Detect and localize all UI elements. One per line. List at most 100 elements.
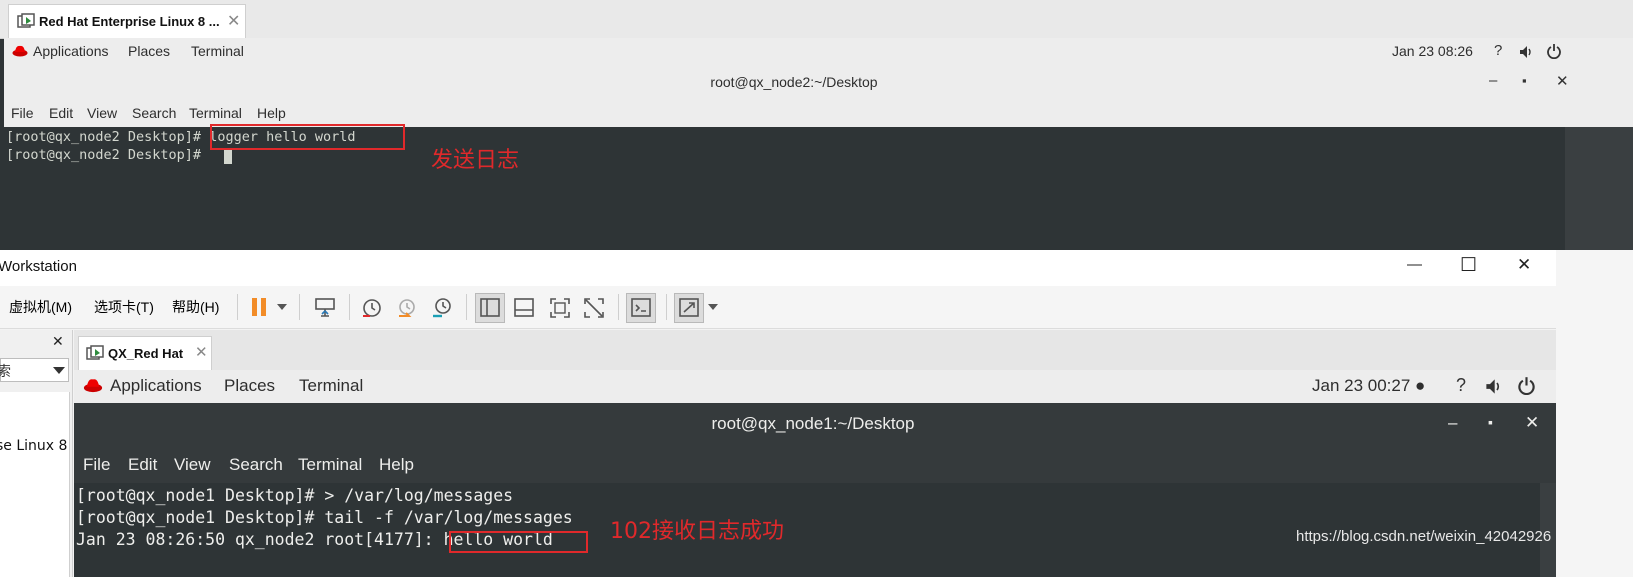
thumbnail-bar-icon[interactable] <box>513 296 535 320</box>
snapshot-icon[interactable] <box>360 296 384 320</box>
vm-applications-menu[interactable]: Applications <box>110 376 202 396</box>
menu-vm[interactable]: 虚拟机(M) <box>9 297 72 317</box>
terminal-command: > /var/log/messages <box>324 486 514 505</box>
library-search-input[interactable]: 索 <box>0 358 69 382</box>
node2-terminal-scrollbar[interactable] <box>1565 127 1633 260</box>
desktop-strip <box>1556 250 1633 577</box>
node2-clock[interactable]: Jan 23 08:26 <box>1392 43 1473 59</box>
library-close-button[interactable]: ✕ <box>52 334 64 350</box>
volume-icon[interactable] <box>1484 377 1503 396</box>
node2-places-menu[interactable]: Places <box>128 43 170 59</box>
node2-menu-help[interactable]: Help <box>257 105 286 121</box>
vm-menu-edit[interactable]: Edit <box>128 455 157 475</box>
received-log-annotation: 102接收日志成功 <box>610 519 784 544</box>
vm-minimize-button[interactable]: – <box>1448 413 1457 433</box>
chevron-down-icon[interactable] <box>53 366 65 375</box>
terminal-command: tail -f /var/log/messages <box>324 508 573 527</box>
node2-menu-view[interactable]: View <box>87 105 117 121</box>
vm-clock[interactable]: Jan 23 00:27 ● <box>1312 376 1425 396</box>
node2-gnome-top-bar: Applications Places Terminal Jan 23 08:2… <box>4 38 1633 67</box>
library-item-rhel8[interactable]: se Linux 8 <box>0 438 67 454</box>
csdn-watermark: https://blog.csdn.net/weixin_42042926 <box>1296 528 1552 545</box>
vm-terminal-menubar: File Edit View Search Terminal Help <box>74 445 1556 483</box>
accessibility-icon[interactable]: ? <box>1456 375 1466 396</box>
terminal-cursor <box>224 149 232 164</box>
full-screen-icon[interactable] <box>548 296 572 320</box>
console-view-icon[interactable] <box>630 296 652 320</box>
vm-gnome-top-bar: Applications Places Terminal Jan 23 00:2… <box>74 370 1556 404</box>
terminal-prompt: [root@qx_node2 Desktop]# <box>6 147 210 163</box>
show-library-icon[interactable] <box>479 296 501 320</box>
redhat-logo-icon <box>12 45 28 57</box>
node2-terminal-titlebar: root@qx_node2:~/Desktop – ▪ ✕ <box>4 66 1633 101</box>
node2-terminal-menubar: File Edit View Search Terminal Help <box>4 100 1633 127</box>
vm-menu-file[interactable]: File <box>83 455 110 475</box>
toolbar-separator <box>299 294 300 320</box>
vm-close-button[interactable]: ✕ <box>1525 413 1539 433</box>
vm-places-menu[interactable]: Places <box>224 376 275 396</box>
volume-icon[interactable] <box>1518 44 1534 60</box>
node2-tab-close-icon[interactable]: ✕ <box>227 11 240 30</box>
snapshot-manager-icon[interactable] <box>430 296 454 320</box>
node2-menu-file[interactable]: File <box>11 105 34 121</box>
workstation-maximize-button[interactable]: ☐ <box>1460 254 1477 277</box>
vm-tab-title: QX_Red Hat <box>108 346 184 361</box>
chevron-down-icon[interactable] <box>707 302 719 312</box>
send-log-annotation: 发送日志 <box>431 148 520 173</box>
workstation-toolbar: 虚拟机(M) 选项卡(T) 帮助(H) <box>0 286 1556 329</box>
vm-menu-terminal[interactable]: Terminal <box>298 455 362 475</box>
node2-menu-search[interactable]: Search <box>132 105 176 121</box>
toolbar-separator <box>237 294 238 320</box>
vm-tab[interactable]: QX_Red Hat ✕ <box>78 336 212 370</box>
workstation-title: Workstation <box>0 258 77 275</box>
node2-terminal-title: root@qx_node2:~/Desktop <box>710 74 878 90</box>
vm-menu-search[interactable]: Search <box>229 455 283 475</box>
node2-applications-menu[interactable]: Applications <box>33 43 109 59</box>
menu-help[interactable]: 帮助(H) <box>172 297 219 317</box>
workstation-titlebar: Workstation — ☐ ✕ <box>0 250 1556 287</box>
unity-icon[interactable] <box>582 296 606 320</box>
send-ctrl-alt-del-icon[interactable] <box>313 296 337 320</box>
node2-menu-edit[interactable]: Edit <box>49 105 73 121</box>
redhat-logo-icon <box>83 379 103 393</box>
stretch-guest-icon[interactable] <box>678 296 700 320</box>
library-tree[interactable]: se Linux 8 <box>0 392 70 577</box>
vm-terminal-titlebar: root@qx_node1:~/Desktop – ▪ ✕ <box>74 403 1556 445</box>
terminal-prompt: [root@qx_node1 Desktop]# <box>76 486 325 505</box>
terminal-line: [root@qx_node1 Desktop]# > /var/log/mess… <box>76 486 513 505</box>
toolbar-separator <box>349 294 350 320</box>
chevron-down-icon[interactable] <box>276 302 288 312</box>
terminal-prompt: Jan 23 08:26:50 qx_node2 root[4177]: <box>76 530 444 549</box>
vm-tab-bar <box>74 330 1556 370</box>
vm-maximize-button[interactable]: ▪ <box>1488 414 1493 430</box>
vm-menu-help[interactable]: Help <box>379 455 414 475</box>
node2-tab-bar: Red Hat Enterprise Linux 8 ... ✕ <box>0 0 1633 39</box>
workstation-minimize-button[interactable]: — <box>1407 256 1422 273</box>
menu-tabs[interactable]: 选项卡(T) <box>94 297 154 317</box>
toolbar-separator <box>666 294 667 320</box>
node2-minimize-button[interactable]: – <box>1489 72 1497 89</box>
revert-snapshot-icon[interactable] <box>395 296 419 320</box>
toolbar-separator <box>618 294 619 320</box>
terminal-prompt: [root@qx_node2 Desktop]# <box>6 129 210 145</box>
power-icon[interactable] <box>1517 376 1536 395</box>
node2-menu-terminal[interactable]: Terminal <box>189 105 242 121</box>
node2-tab[interactable]: Red Hat Enterprise Linux 8 ... ✕ <box>8 4 246 38</box>
workstation-close-button[interactable]: ✕ <box>1517 255 1531 275</box>
vm-menu-view[interactable]: View <box>174 455 211 475</box>
power-icon[interactable] <box>1546 43 1562 59</box>
vm-icon <box>86 345 104 360</box>
library-search-text: 索 <box>0 364 11 380</box>
vm-icon <box>17 13 35 28</box>
pause-icon[interactable] <box>249 296 271 318</box>
vm-tab-close-icon[interactable]: ✕ <box>195 343 208 361</box>
node2-maximize-button[interactable]: ▪ <box>1522 73 1527 88</box>
terminal-prompt: [root@qx_node1 Desktop]# <box>76 508 325 527</box>
node2-close-button[interactable]: ✕ <box>1556 72 1569 90</box>
library-panel: ✕ 索 se Linux 8 <box>0 330 73 577</box>
node2-terminal-menu[interactable]: Terminal <box>191 43 244 59</box>
toolbar-separator <box>466 294 467 320</box>
accessibility-icon[interactable]: ? <box>1494 42 1502 59</box>
vm-terminal-menu[interactable]: Terminal <box>299 376 363 396</box>
logger-highlight-box <box>210 124 405 150</box>
